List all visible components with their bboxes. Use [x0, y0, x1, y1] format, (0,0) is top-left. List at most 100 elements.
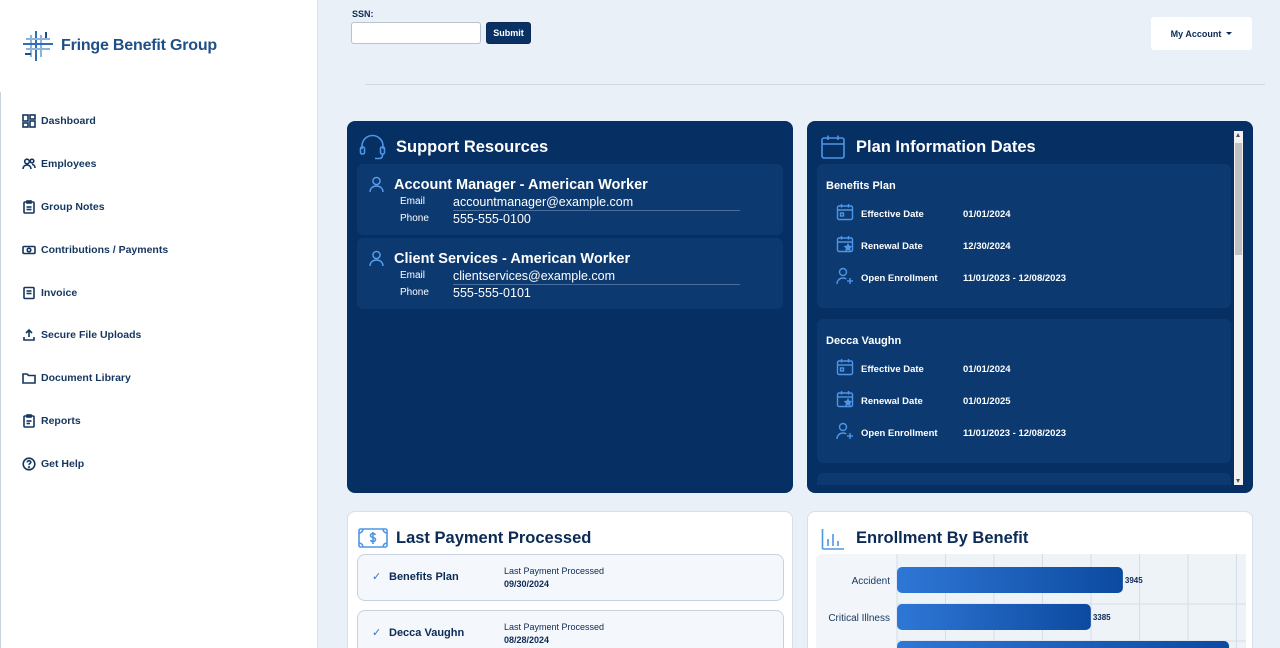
money-icon: [22, 243, 36, 257]
ssn-input[interactable]: [351, 22, 481, 44]
sidebar-nav: Dashboard Employees Group Notes Contribu…: [22, 100, 168, 485]
plan-information-card: Plan Information Dates Benefits Plan Eff…: [807, 121, 1253, 493]
phone-label: Phone: [400, 287, 429, 298]
data-label: 3385: [1093, 613, 1111, 622]
sidebar-item-get-help[interactable]: Get Help: [22, 442, 168, 485]
contact-email-link[interactable]: clientservices@example.com: [453, 269, 615, 283]
contact-phone-link[interactable]: 555-555-0100: [453, 212, 531, 226]
bar-chart-icon: [821, 528, 845, 555]
sidebar-item-invoice[interactable]: Invoice: [22, 271, 168, 314]
last-payment-card: Last Payment Processed ✓ Benefits Plan L…: [347, 511, 793, 648]
enrollment-bar-chart: Accident 3945 Critical Illness 3385: [828, 554, 1246, 648]
effective-date-row: Effective Date 01/01/2024: [836, 203, 1011, 226]
sidebar-item-employees[interactable]: Employees: [22, 143, 168, 186]
open-enrollment-label: Open Enrollment: [861, 427, 938, 439]
scroll-down-icon[interactable]: [1236, 479, 1240, 483]
open-enrollment-row: Open Enrollment 11/01/2023 - 12/08/2023: [836, 267, 1066, 288]
brand-mark-icon: [23, 31, 53, 61]
sidebar-item-secure-file-uploads[interactable]: Secure File Uploads: [22, 314, 168, 357]
effective-date-label: Effective Date: [861, 208, 924, 220]
payment-item: ✓ Decca Vaughn Last Payment Processed 08…: [357, 610, 784, 648]
plan-name: Decca Vaughn: [826, 335, 902, 347]
scroll-up-icon[interactable]: [1236, 133, 1240, 137]
caret-down-icon: [1226, 32, 1233, 35]
checkmark-icon: ✓: [372, 627, 382, 639]
open-enrollment-row: Open Enrollment 11/01/2023 - 12/08/2023: [836, 422, 1066, 443]
contact-divider: [453, 210, 740, 211]
support-contact: Account Manager - American Worker Email …: [357, 164, 783, 235]
contact-name: Account Manager - American Worker: [394, 177, 648, 193]
sidebar-item-label: Get Help: [41, 457, 85, 470]
report-icon: [22, 414, 36, 428]
sidebar-border: [0, 92, 1, 648]
support-resources-title: Support Resources: [396, 138, 549, 156]
my-account-label: My Account: [1170, 28, 1222, 39]
renewal-date-row: Renewal Date 12/30/2024: [836, 235, 1011, 256]
sidebar-item-dashboard[interactable]: Dashboard: [22, 100, 168, 143]
plan-item: Decca Vaughn Effective Date 01/01/2024 R…: [817, 319, 1231, 463]
clipboard-icon: [22, 200, 36, 214]
person-icon: [369, 176, 384, 198]
submit-button[interactable]: Submit: [486, 22, 531, 44]
sidebar-item-label: Group Notes: [41, 200, 105, 213]
payment-date: 08/28/2024: [504, 635, 550, 645]
my-account-dropdown[interactable]: My Account: [1151, 17, 1252, 50]
plan-name: Benefits Plan: [826, 180, 896, 192]
plan-item: [817, 473, 1231, 485]
payment-label: Last Payment Processed: [504, 566, 605, 576]
support-contact: Client Services - American Worker Email …: [357, 238, 783, 309]
sidebar: Fringe Benefit Group Dashboard Employees…: [0, 0, 318, 648]
payment-plan-name: Decca Vaughn: [389, 627, 465, 639]
open-enrollment-value: 11/01/2023 - 12/08/2023: [963, 272, 1067, 284]
sidebar-item-document-library[interactable]: Document Library: [22, 357, 168, 400]
category-label: Critical Illness: [828, 613, 890, 624]
plan-information-title: Plan Information Dates: [856, 138, 1036, 156]
payment-item: ✓ Benefits Plan Last Payment Processed 0…: [357, 554, 784, 601]
dashboard-icon: [22, 114, 36, 129]
users-icon: [22, 157, 36, 171]
payment-plan-name: Benefits Plan: [389, 571, 459, 583]
renewal-date-value: 01/01/2025: [963, 395, 1011, 407]
email-label: Email: [400, 270, 426, 281]
plan-item: Benefits Plan Effective Date 01/01/2024 …: [817, 164, 1231, 308]
sidebar-item-label: Document Library: [41, 372, 131, 385]
sidebar-item-label: Contributions / Payments: [41, 243, 169, 256]
plan-list-scrollbar[interactable]: [1234, 131, 1243, 485]
bar-series-2[interactable]: [897, 641, 1230, 648]
receipt-icon: [22, 286, 36, 300]
help-icon: [22, 457, 36, 471]
category-label: Accident: [852, 576, 891, 587]
calendar-icon: [820, 134, 846, 165]
effective-date-row: Effective Date 01/01/2024: [836, 358, 1011, 381]
effective-date-value: 01/01/2024: [963, 208, 1011, 220]
email-label: Email: [400, 196, 426, 207]
contact-email-link[interactable]: accountmanager@example.com: [453, 195, 633, 209]
bar-accident[interactable]: [897, 567, 1123, 593]
effective-date-value: 01/01/2024: [963, 363, 1011, 375]
sidebar-item-label: Secure File Uploads: [41, 329, 142, 342]
data-label: 3945: [1125, 576, 1143, 585]
renewal-date-label: Renewal Date: [861, 240, 923, 252]
upload-icon: [22, 328, 36, 342]
scroll-thumb[interactable]: [1235, 143, 1242, 255]
plan-list[interactable]: Benefits Plan Effective Date 01/01/2024 …: [817, 163, 1231, 485]
cash-icon: [358, 528, 388, 553]
support-resources-card: Support Resources Account Manager - Amer…: [347, 121, 793, 493]
brand-name: Fringe Benefit Group: [61, 37, 218, 54]
enrollment-chart: Accident 3945 Critical Illness 3385: [816, 554, 1246, 648]
enrollment-title: Enrollment By Benefit: [856, 529, 1029, 547]
enrollment-card: Enrollment By Benefit Accident 3945 Critic…: [807, 511, 1253, 648]
last-payment-title: Last Payment Processed: [396, 529, 592, 547]
sidebar-item-label: Employees: [41, 158, 97, 171]
bar-critical-illness[interactable]: [897, 604, 1091, 630]
renewal-date-value: 12/30/2024: [963, 240, 1011, 252]
calendar-icon: [836, 203, 854, 226]
sidebar-item-reports[interactable]: Reports: [22, 400, 168, 443]
sidebar-item-group-notes[interactable]: Group Notes: [22, 186, 168, 229]
sidebar-item-label: Dashboard: [41, 115, 96, 128]
contact-phone-link[interactable]: 555-555-0101: [453, 286, 531, 300]
folder-icon: [22, 371, 36, 385]
brand-logo[interactable]: Fringe Benefit Group: [22, 30, 217, 62]
calendar-icon: [836, 358, 854, 381]
sidebar-item-contributions[interactable]: Contributions / Payments: [22, 228, 168, 271]
